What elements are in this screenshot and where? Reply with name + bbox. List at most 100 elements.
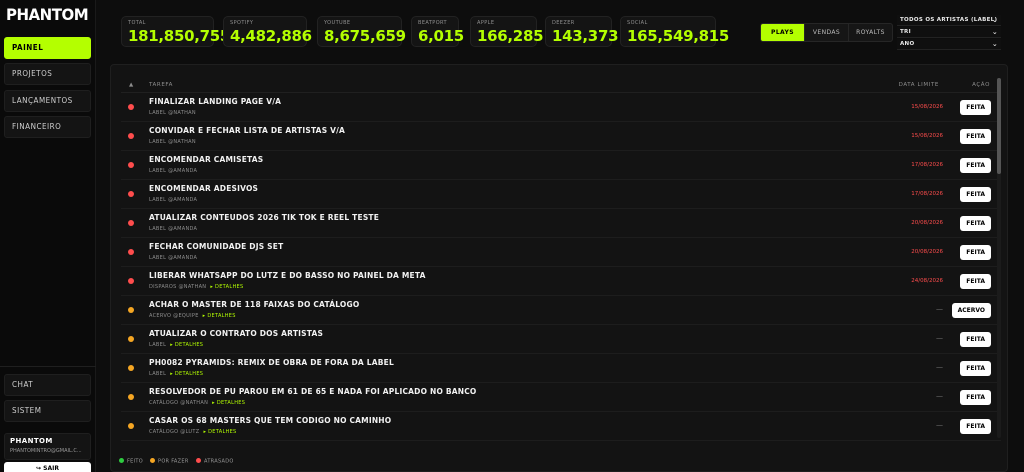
task-row[interactable]: ACHAR O MASTER DE 118 FAIXAS DO CATÁLOGO…	[121, 296, 1001, 325]
nav-item-lancamentos[interactable]: LANÇAMENTOS	[4, 90, 91, 112]
stat-label: YOUTUBE	[324, 20, 351, 26]
sort-arrow-icon[interactable]: ▲	[129, 82, 134, 88]
stat-label: SOCIAL	[627, 20, 648, 26]
task-deadline: 15/08/2026	[911, 104, 943, 110]
task-category: ACERVO	[149, 313, 172, 319]
task-meta: LABEL @NATHAN	[149, 139, 196, 145]
toggle-royalts[interactable]: ROYALTS	[849, 24, 892, 41]
task-owner: @NATHAN	[168, 139, 196, 145]
legend-todo: POR FAZER	[150, 458, 189, 465]
mark-done-button[interactable]: FEITA	[960, 332, 991, 347]
mark-done-button[interactable]: FEITA	[960, 187, 991, 202]
task-row[interactable]: LIBERAR WHATSAPP DO LUTZ E DO BASSO NO P…	[121, 267, 1001, 296]
scrollbar-thumb[interactable]	[997, 78, 1001, 174]
task-category: CATÁLOGO	[149, 429, 179, 435]
nav-item-sistem[interactable]: SISTEM	[4, 400, 91, 422]
task-row[interactable]: PH0082 PYRAMIDS: REMIX DE OBRA DE FORA D…	[121, 354, 1001, 383]
task-category: LABEL	[149, 226, 167, 232]
task-meta: LABEL @AMANDA	[149, 226, 197, 232]
stat-card-apple: APPLE 166,285	[470, 16, 544, 47]
task-category: LABEL	[149, 139, 167, 145]
details-link[interactable]: ▸ DETALHES	[203, 429, 236, 435]
column-header-deadline[interactable]: DATA LIMITE	[899, 82, 939, 88]
mark-done-button[interactable]: FEITA	[960, 216, 991, 231]
task-title[interactable]: FECHAR COMUNIDADE DJS SET	[149, 242, 283, 251]
mark-done-button[interactable]: FEITA	[960, 274, 991, 289]
mark-done-button[interactable]: FEITA	[960, 129, 991, 144]
task-row[interactable]: CONVIDAR E FECHAR LISTA DE ARTISTAS V/A L…	[121, 122, 1001, 151]
stat-value: 4,482,886	[230, 27, 312, 45]
mark-done-button[interactable]: FEITA	[960, 245, 991, 260]
details-link[interactable]: ▸ DETALHES	[210, 284, 243, 290]
task-title[interactable]: LIBERAR WHATSAPP DO LUTZ E DO BASSO NO P…	[149, 271, 426, 280]
task-owner: @NATHAN	[178, 284, 207, 290]
nav-item-projetos[interactable]: PROJETOS	[4, 63, 91, 85]
task-title[interactable]: ATUALIZAR O CONTRATO DOS ARTISTAS	[149, 329, 323, 338]
task-meta: CATÁLOGO @NATHAN ▸ DETALHES	[149, 400, 245, 406]
stat-card-total: TOTAL 181,850,755	[121, 16, 230, 47]
details-link[interactable]: ▸ DETALHES	[212, 400, 245, 406]
stat-label: TOTAL	[128, 20, 146, 26]
status-dot-icon	[128, 191, 134, 197]
toggle-plays[interactable]: PLAYS	[761, 24, 805, 41]
task-owner: @AMANDA	[168, 197, 198, 203]
task-title[interactable]: ACHAR O MASTER DE 118 FAIXAS DO CATÁLOGO	[149, 300, 359, 309]
task-row[interactable]: FINALIZAR LANDING PAGE V/A LABEL @NATHAN 1…	[121, 93, 1001, 122]
tasks-panel: ▲ TAREFA DATA LIMITE AÇÃO FINALIZAR LAND…	[110, 64, 1008, 472]
acervo-button[interactable]: ACERVO	[951, 303, 991, 318]
task-title[interactable]: ATUALIZAR CONTEUDOS 2026 TIK TOK E REEL …	[149, 213, 379, 222]
status-dot-icon	[196, 458, 201, 463]
status-dot-icon	[128, 336, 134, 342]
task-category: LABEL	[149, 255, 167, 261]
task-title[interactable]: FINALIZAR LANDING PAGE V/A	[149, 97, 281, 106]
task-row[interactable]: FECHAR COMUNIDADE DJS SET LABEL @AMANDA 20…	[121, 238, 1001, 267]
mark-done-button[interactable]: FEITA	[960, 100, 991, 115]
task-row[interactable]: ENCOMENDAR ADESIVOS LABEL @AMANDA 17/08/20…	[121, 180, 1001, 209]
task-meta: CATÁLOGO @LUTZ ▸ DETALHES	[149, 429, 237, 435]
task-row[interactable]: ENCOMENDAR CAMISETAS LABEL @AMANDA 17/08/2…	[121, 151, 1001, 180]
mark-done-button[interactable]: FEITA	[960, 419, 991, 434]
stat-label: DEEZER	[552, 20, 575, 26]
task-row[interactable]: ATUALIZAR O CONTRATO DOS ARTISTAS LABEL ▸ …	[121, 325, 1001, 354]
status-dot-icon	[128, 365, 134, 371]
details-link[interactable]: ▸ DETALHES	[203, 313, 236, 319]
toggle-vendas[interactable]: VENDAS	[805, 24, 849, 41]
legend-late: ATRASADO	[196, 458, 234, 465]
mark-done-button[interactable]: FEITA	[960, 390, 991, 405]
period-select[interactable]: TRI ⌄	[897, 27, 1001, 38]
stat-card-spotify: SPOTIFY 4,482,886	[223, 16, 312, 47]
app-logo[interactable]: PHANTOM	[6, 6, 89, 25]
status-dot-icon	[128, 394, 134, 400]
task-row[interactable]: CASAR OS 68 MASTERS QUE TEM CODIGO NO CA…	[121, 412, 1001, 441]
task-deadline: 20/08/2026	[911, 220, 943, 226]
task-owner: @EQUIPE	[173, 313, 199, 319]
legend-label: POR FAZER	[158, 458, 189, 465]
task-row[interactable]: RESOLVEDOR DE PU PAROU EM 61 DE 65 E NAD…	[121, 383, 1001, 412]
mark-done-button[interactable]: FEITA	[960, 158, 991, 173]
granularity-select[interactable]: ANO ⌄	[897, 39, 1001, 50]
status-dot-icon	[128, 249, 134, 255]
column-header-task[interactable]: TAREFA	[149, 82, 173, 88]
logout-button[interactable]: ↪ SAIR	[4, 462, 91, 472]
task-meta: ACERVO @EQUIPE ▸ DETALHES	[149, 313, 236, 319]
task-title[interactable]: CASAR OS 68 MASTERS QUE TEM CODIGO NO CA…	[149, 416, 391, 425]
task-title[interactable]: PH0082 PYRAMIDS: REMIX DE OBRA DE FORA D…	[149, 358, 394, 367]
task-title[interactable]: CONVIDAR E FECHAR LISTA DE ARTISTAS V/A	[149, 126, 345, 135]
details-link[interactable]: ▸ DETALHES	[170, 342, 203, 348]
status-dot-icon	[128, 307, 134, 313]
stat-value: 166,285	[477, 27, 544, 45]
mark-done-button[interactable]: FEITA	[960, 361, 991, 376]
task-title[interactable]: ENCOMENDAR CAMISETAS	[149, 155, 263, 164]
nav-item-financeiro[interactable]: FINANCEIRO	[4, 116, 91, 138]
nav-item-chat[interactable]: CHAT	[4, 374, 91, 396]
details-link[interactable]: ▸ DETALHES	[170, 371, 203, 377]
artist-select[interactable]: TODOS OS ARTISTAS (LABEL) ⌄	[897, 15, 1001, 26]
task-deadline: 15/08/2026	[911, 133, 943, 139]
task-title[interactable]: RESOLVEDOR DE PU PAROU EM 61 DE 65 E NAD…	[149, 387, 477, 396]
metric-toggle: PLAYS VENDAS ROYALTS	[760, 23, 893, 42]
stat-value: 8,675,659	[324, 27, 406, 45]
task-row[interactable]: ATUALIZAR CONTEUDOS 2026 TIK TOK E REEL …	[121, 209, 1001, 238]
nav-item-painel[interactable]: PAINEL	[4, 37, 91, 59]
task-category: LABEL	[149, 342, 167, 348]
task-title[interactable]: ENCOMENDAR ADESIVOS	[149, 184, 258, 193]
